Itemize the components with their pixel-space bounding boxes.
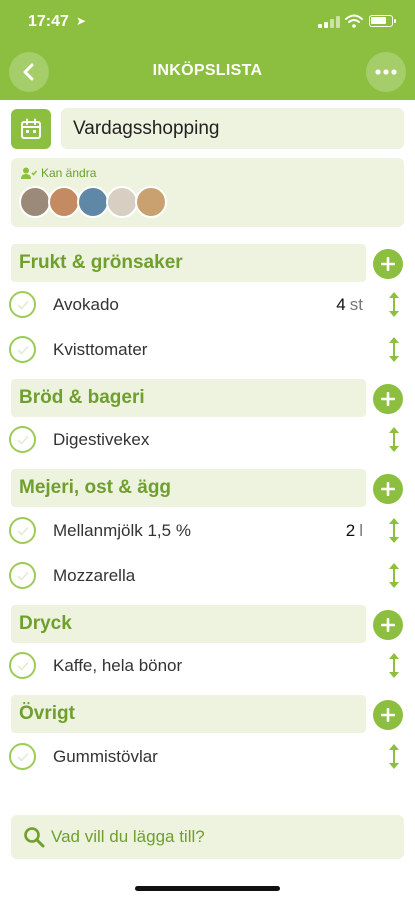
reorder-handle-icon[interactable] [385, 517, 403, 544]
list-item[interactable]: Mellanmjölk 1,5 % 2l [0, 511, 415, 555]
category-header[interactable]: Frukt & grönsaker [11, 244, 366, 282]
item-name: Kvisttomater [53, 340, 148, 359]
reorder-handle-icon[interactable] [385, 336, 403, 363]
add-item-button[interactable] [373, 610, 403, 640]
battery-icon [369, 15, 396, 27]
add-item-button[interactable] [373, 249, 403, 279]
item-qty-value: 4 [336, 295, 346, 314]
reorder-handle-icon[interactable] [385, 743, 403, 770]
list-item[interactable]: Gummistövlar [0, 737, 415, 781]
item-quantity: 2l [346, 521, 363, 541]
item-name: Mozzarella [53, 566, 136, 585]
item-name: Mellanmjölk 1,5 % [53, 521, 191, 540]
category-header[interactable]: Dryck [11, 605, 366, 643]
add-item-search[interactable] [11, 815, 404, 859]
item-checkbox[interactable] [9, 652, 36, 679]
page-title: INKÖPSLISTA [152, 62, 263, 79]
header: 17:47 ➤ INKÖPSLISTA [0, 0, 415, 100]
item-name: Gummistövlar [53, 747, 158, 766]
item-quantity: 4st [336, 295, 363, 315]
category-header[interactable]: Övrigt [11, 695, 366, 733]
list-name-field[interactable]: Vardagsshopping [61, 108, 404, 149]
check-icon [16, 435, 29, 445]
more-dots-icon [375, 69, 397, 75]
wifi-icon [345, 14, 363, 28]
item-qty-unit: l [359, 521, 363, 540]
item-checkbox[interactable] [9, 426, 36, 453]
status-time: 17:47 [28, 13, 69, 30]
item-checkbox[interactable] [9, 517, 36, 544]
more-options-button[interactable] [366, 52, 406, 92]
list-item[interactable]: Mozzarella [0, 556, 415, 600]
list-item[interactable]: Avokado 4st [0, 285, 415, 329]
item-checkbox[interactable] [9, 336, 36, 363]
reorder-handle-icon[interactable] [385, 652, 403, 679]
item-checkbox[interactable] [9, 291, 36, 318]
check-icon [16, 526, 29, 536]
add-item-button[interactable] [373, 700, 403, 730]
sharing-panel[interactable]: Kan ändra [11, 158, 404, 227]
item-name: Digestivekex [53, 430, 150, 449]
plus-icon [381, 392, 395, 406]
item-qty-value: 2 [345, 521, 356, 540]
status-bar: 17:47 ➤ [0, 0, 415, 44]
check-icon [16, 752, 29, 762]
list-item[interactable]: Kaffe, hela bönor [0, 646, 415, 690]
search-icon [24, 827, 45, 848]
item-qty-unit: st [349, 295, 363, 314]
reorder-handle-icon[interactable] [385, 291, 403, 318]
reorder-handle-icon[interactable] [385, 562, 403, 589]
add-item-button[interactable] [373, 474, 403, 504]
category-header[interactable]: Bröd & bageri [11, 379, 366, 417]
avatar [48, 186, 80, 218]
list-item[interactable]: Kvisttomater [0, 330, 415, 374]
item-checkbox[interactable] [9, 743, 36, 770]
sharing-label-text: Kan ändra [41, 166, 97, 180]
avatar [77, 186, 109, 218]
avatar [19, 186, 51, 218]
calendar-icon [21, 118, 41, 139]
check-icon [16, 345, 29, 355]
item-checkbox[interactable] [9, 562, 36, 589]
search-input[interactable] [51, 821, 391, 853]
item-name: Kaffe, hela bönor [53, 656, 183, 675]
calendar-button[interactable] [11, 109, 51, 149]
plus-icon [381, 257, 395, 271]
add-item-button[interactable] [373, 384, 403, 414]
list-item[interactable]: Digestivekex [0, 420, 415, 464]
avatar [106, 186, 138, 218]
check-icon [16, 571, 29, 581]
avatar [135, 186, 167, 218]
check-icon [16, 661, 29, 671]
home-indicator [135, 886, 280, 891]
plus-icon [381, 708, 395, 722]
plus-icon [381, 482, 395, 496]
category-header[interactable]: Mejeri, ost & ägg [11, 469, 366, 507]
user-edit-icon [21, 167, 37, 179]
cellular-signal-icon [318, 16, 340, 28]
location-arrow-icon: ➤ [76, 14, 87, 28]
check-icon [16, 300, 29, 310]
plus-icon [381, 618, 395, 632]
sharing-label: Kan ändra [21, 166, 96, 180]
item-name: Avokado [53, 295, 119, 314]
reorder-handle-icon[interactable] [385, 426, 403, 453]
